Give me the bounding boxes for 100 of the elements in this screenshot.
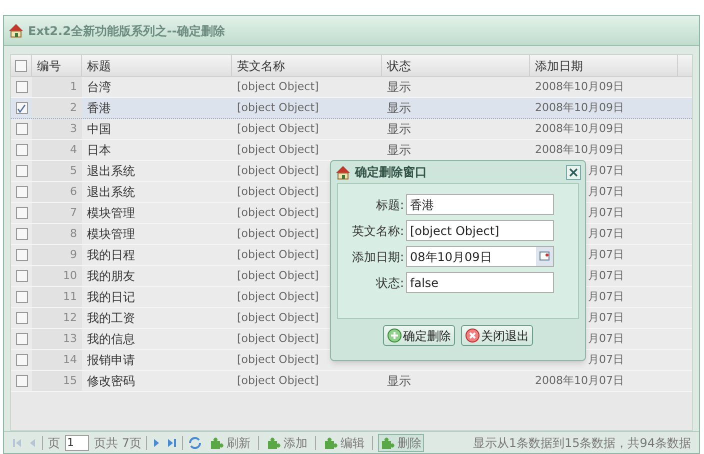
table-cell-text: [object Object]	[237, 226, 319, 242]
table-cell-text: [object Object]	[237, 268, 319, 284]
puzzle-icon	[267, 436, 282, 450]
row-number: 1	[70, 78, 77, 95]
row-checkbox[interactable]	[16, 123, 28, 135]
row-checkbox[interactable]	[16, 312, 28, 324]
refresh-icon[interactable]	[188, 436, 202, 450]
close-button[interactable]	[566, 164, 581, 180]
toolbar-button[interactable]: 编辑	[321, 434, 368, 452]
row-checkbox[interactable]	[16, 375, 28, 387]
table-cell-text: 月07日	[588, 246, 624, 263]
row-checkbox[interactable]	[16, 354, 28, 366]
row-checkbox[interactable]	[16, 102, 28, 114]
table-cell-text: 模块管理	[87, 226, 135, 243]
dialog-button[interactable]: 关闭退出	[461, 325, 533, 346]
row-checkbox[interactable]	[16, 228, 28, 240]
table-cell-text: 月07日	[588, 330, 624, 347]
table-cell-text: 月07日	[588, 226, 624, 242]
cancel-icon	[465, 328, 480, 343]
column-header[interactable]: 英文名称	[237, 56, 285, 74]
row-number: 7	[70, 204, 77, 221]
toolbar-button[interactable]: 刷新	[207, 434, 254, 452]
table-row[interactable]: 4 日本 [object Object] 显示 2008年10月09日	[11, 140, 692, 161]
table-cell-text: 月07日	[588, 352, 624, 368]
table-cell-text: [object Object]	[237, 100, 319, 116]
toolbar-button[interactable]: 添加	[264, 434, 310, 452]
table-cell-text: 我的工资	[87, 310, 135, 327]
table-cell-text: [object Object]	[237, 246, 319, 263]
page-total: 页共 7页	[94, 434, 142, 452]
table-cell-text: 显示	[387, 121, 411, 138]
table-cell-text: [object Object]	[237, 330, 319, 347]
table-cell-text: [object Object]	[237, 184, 319, 200]
row-number: 8	[70, 226, 77, 242]
table-cell-text: 2008年10月09日	[535, 78, 624, 95]
row-number: 6	[70, 184, 77, 200]
dialog-button[interactable]: 确定删除	[383, 325, 455, 346]
house-icon	[335, 164, 351, 180]
date-field[interactable]: 08年10月09日	[406, 246, 554, 267]
table-cell-text: 报销申请	[87, 352, 135, 369]
row-number: 13	[63, 330, 77, 347]
field-label: 标题:	[374, 196, 405, 214]
table-cell-text: 月07日	[588, 268, 624, 284]
table-cell-text: 显示	[387, 79, 411, 96]
text-field[interactable]: false	[406, 272, 554, 293]
page-input[interactable]: 1	[65, 434, 89, 450]
close-icon	[569, 168, 578, 176]
row-checkbox[interactable]	[16, 186, 28, 198]
table-cell-text: 中国	[87, 121, 111, 138]
table-cell-text: 2008年10月09日	[535, 120, 624, 137]
table-cell-text: 月07日	[588, 310, 624, 326]
table-cell-text: 显示	[387, 142, 411, 159]
row-number: 14	[63, 352, 77, 368]
row-checkbox[interactable]	[16, 207, 28, 219]
dialog-title: 确定删除窗口	[355, 164, 427, 181]
table-row[interactable]: 15 修改密码 [object Object] 显示 2008年10月07日	[11, 371, 692, 392]
field-label: 英文名称:	[350, 222, 405, 240]
table-cell-text: 日本	[87, 142, 111, 159]
row-number: 3	[70, 120, 77, 137]
first-page-icon[interactable]	[12, 438, 22, 448]
header-checkbox[interactable]	[15, 60, 27, 72]
row-checkbox[interactable]	[16, 291, 28, 303]
table-row[interactable]: 3 中国 [object Object] 显示 2008年10月09日	[11, 119, 692, 140]
row-checkbox[interactable]	[16, 81, 28, 93]
column-header[interactable]: 状态	[387, 56, 411, 74]
puzzle-icon	[210, 436, 224, 450]
house-icon	[8, 23, 24, 38]
table-cell-text: 2008年10月09日	[535, 142, 624, 158]
row-number: 10	[63, 268, 77, 284]
plus-icon	[387, 328, 402, 343]
table-cell-text: 2008年10月09日	[535, 100, 624, 116]
field-label: 添加日期:	[350, 248, 405, 266]
page-label: 页	[48, 434, 60, 452]
field-value: 08年10月09日	[409, 248, 493, 266]
calendar-icon[interactable]	[536, 247, 553, 266]
table-cell-text: 修改密码	[87, 373, 135, 390]
row-checkbox[interactable]	[16, 270, 28, 282]
row-checkbox[interactable]	[16, 333, 28, 345]
puzzle-icon	[381, 436, 396, 450]
table-cell-text: [object Object]	[237, 352, 319, 368]
table-cell-text: 我的朋友	[87, 268, 135, 285]
table-row[interactable]: 2 香港 [object Object] 显示 2008年10月09日	[11, 98, 692, 119]
paging-info: 显示从1条数据到15条数据，共94条数据	[472, 434, 691, 452]
table-cell-text: 我的信息	[87, 331, 135, 348]
row-checkbox[interactable]	[16, 144, 28, 156]
table-row[interactable]: 1 台湾 [object Object] 显示 2008年10月09日	[11, 77, 692, 98]
last-page-icon[interactable]	[167, 438, 178, 448]
field-label: 状态:	[374, 274, 405, 292]
row-number: 15	[63, 372, 77, 389]
text-field[interactable]: 香港	[406, 194, 554, 215]
text-field[interactable]: [object Object]	[406, 220, 554, 241]
table-cell-text: [object Object]	[237, 120, 319, 137]
column-header[interactable]: 编号	[37, 56, 61, 74]
row-checkbox[interactable]	[16, 249, 28, 261]
table-cell-text: 2008年10月07日	[535, 372, 624, 389]
row-checkbox[interactable]	[16, 165, 28, 177]
table-cell-text: [object Object]	[237, 142, 319, 158]
table-cell-text: 显示	[387, 373, 411, 390]
column-header[interactable]: 标题	[87, 56, 111, 74]
column-header[interactable]: 添加日期	[535, 56, 583, 74]
table-cell-text: 我的日程	[87, 247, 135, 264]
